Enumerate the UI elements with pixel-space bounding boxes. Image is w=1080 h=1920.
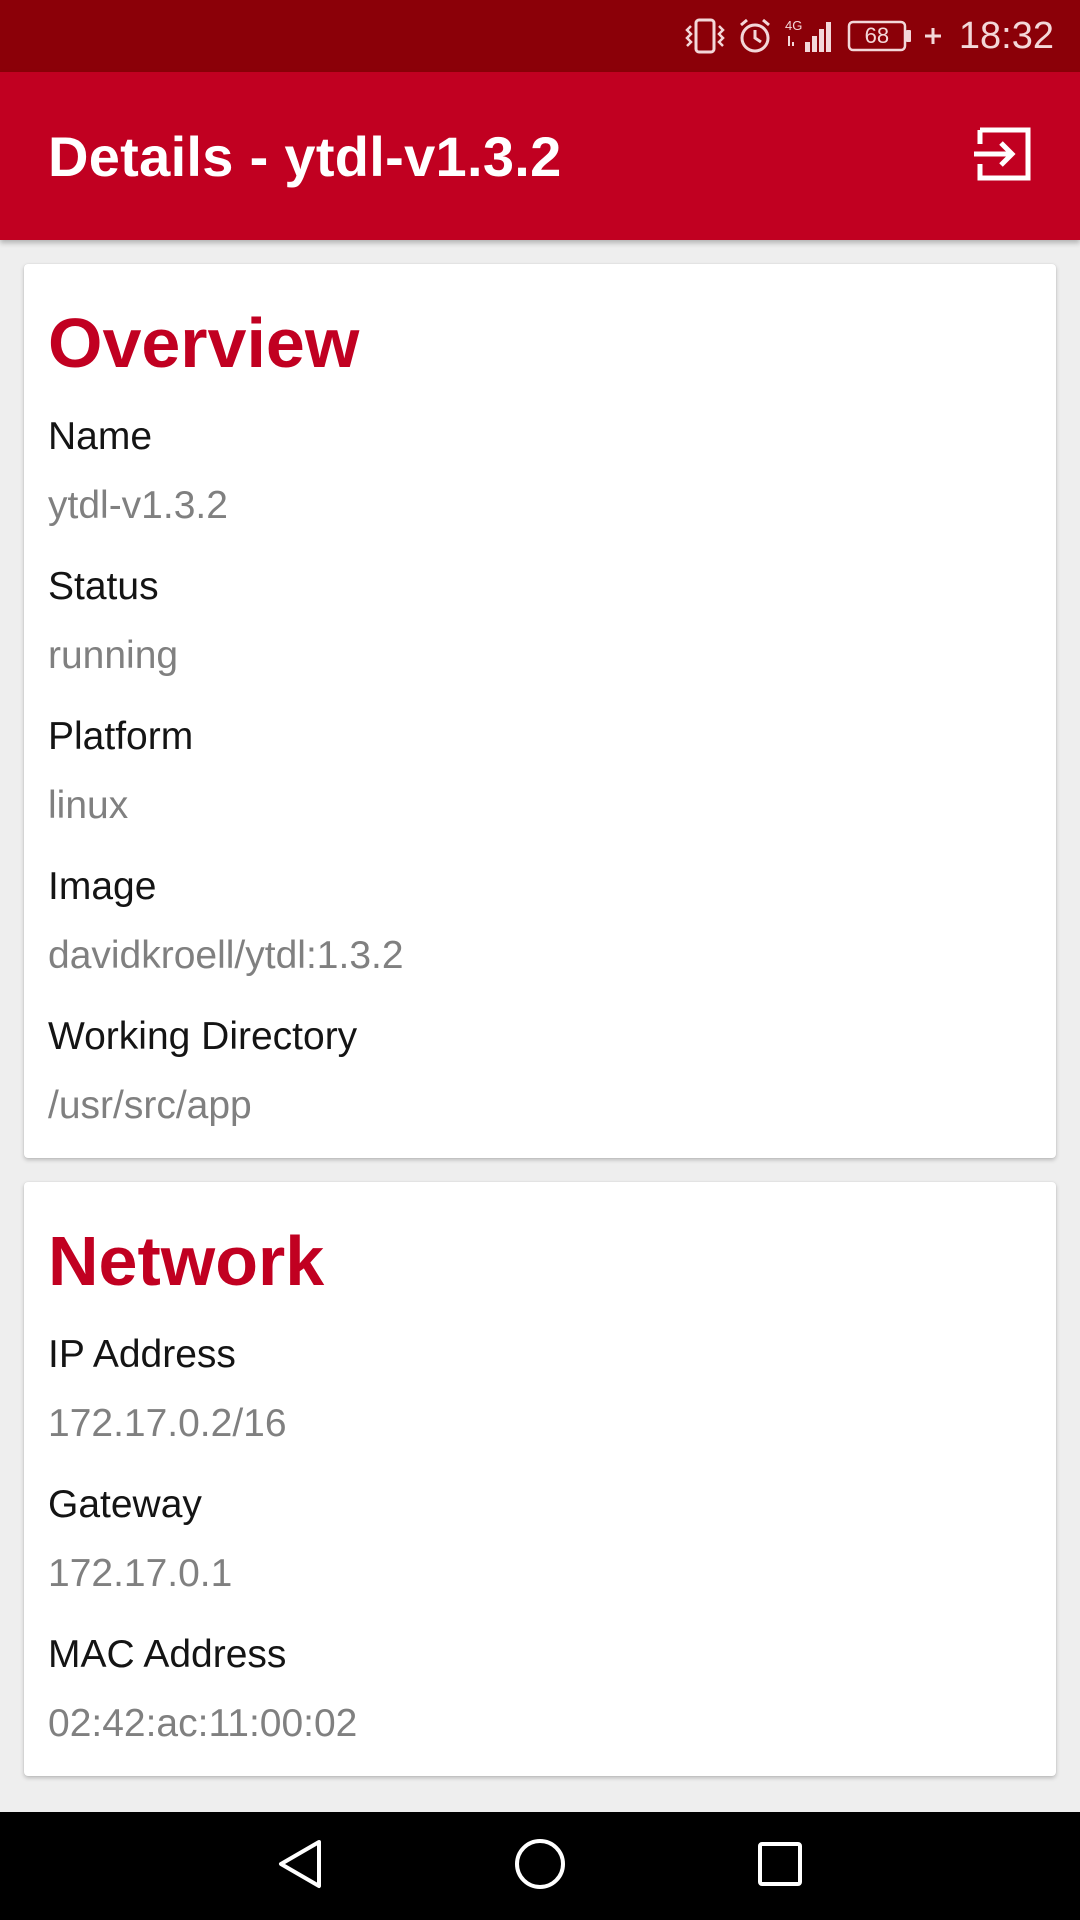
app-bar: Details - ytdl-v1.3.2 [0, 72, 1080, 240]
field-value: 172.17.0.1 [48, 1552, 233, 1595]
network-title: Network [48, 1222, 325, 1300]
field-gateway: Gateway 172.17.0.1 [48, 1485, 232, 1593]
exit-button[interactable] [968, 120, 1040, 192]
back-icon [275, 1836, 325, 1897]
field-label: Gateway [48, 1483, 202, 1526]
field-label: Working Directory [48, 1015, 358, 1058]
field-label: Platform [48, 715, 194, 758]
battery-icon: 68 [847, 19, 913, 53]
navigation-bar [0, 1812, 1080, 1920]
field-ip-address: IP Address 172.17.0.2/16 [48, 1335, 287, 1443]
field-working-directory: Working Directory /usr/src/app [48, 1017, 357, 1125]
field-label: MAC Address [48, 1633, 287, 1676]
field-status: Status running [48, 567, 178, 675]
battery-level-text: 68 [864, 23, 890, 48]
clock: 18:32 [958, 14, 1054, 57]
field-platform: Platform linux [48, 717, 193, 825]
field-value: 02:42:ac:11:00:02 [48, 1702, 358, 1745]
field-image: Image davidkroell/ytdl:1.3.2 [48, 867, 404, 975]
page-title: Details - ytdl-v1.3.2 [48, 124, 562, 188]
alarm-icon [737, 16, 773, 56]
field-name: Name ytdl-v1.3.2 [48, 417, 228, 525]
status-icons: 4G 68 18:32 [683, 15, 1054, 58]
overview-title: Overview [48, 304, 360, 382]
field-label: Image [48, 865, 157, 908]
network-type-label: 4G [785, 18, 802, 33]
signal-4g-icon: 4G [783, 16, 837, 56]
field-mac-address: MAC Address 02:42:ac:11:00:02 [48, 1635, 357, 1743]
network-card: Network IP Address 172.17.0.2/16 Gateway… [24, 1182, 1056, 1776]
status-bar: 4G 68 18:32 [0, 0, 1080, 72]
home-button[interactable] [480, 1812, 600, 1920]
field-label: Name [48, 415, 153, 458]
home-icon [512, 1836, 568, 1897]
recents-button[interactable] [720, 1812, 840, 1920]
field-value: linux [48, 784, 129, 827]
field-value: running [48, 634, 179, 677]
field-value: /usr/src/app [48, 1084, 252, 1127]
recents-icon [755, 1839, 805, 1894]
field-label: IP Address [48, 1333, 236, 1376]
overview-card: Overview Name ytdl-v1.3.2 Status running… [24, 264, 1056, 1158]
charging-icon [923, 21, 943, 51]
back-button[interactable] [240, 1812, 360, 1920]
exit-to-app-icon [974, 124, 1034, 189]
field-label: Status [48, 565, 159, 608]
field-value: 172.17.0.2/16 [48, 1402, 287, 1445]
field-value: davidkroell/ytdl:1.3.2 [48, 934, 404, 977]
field-value: ytdl-v1.3.2 [48, 484, 228, 527]
vibrate-icon [683, 16, 727, 56]
